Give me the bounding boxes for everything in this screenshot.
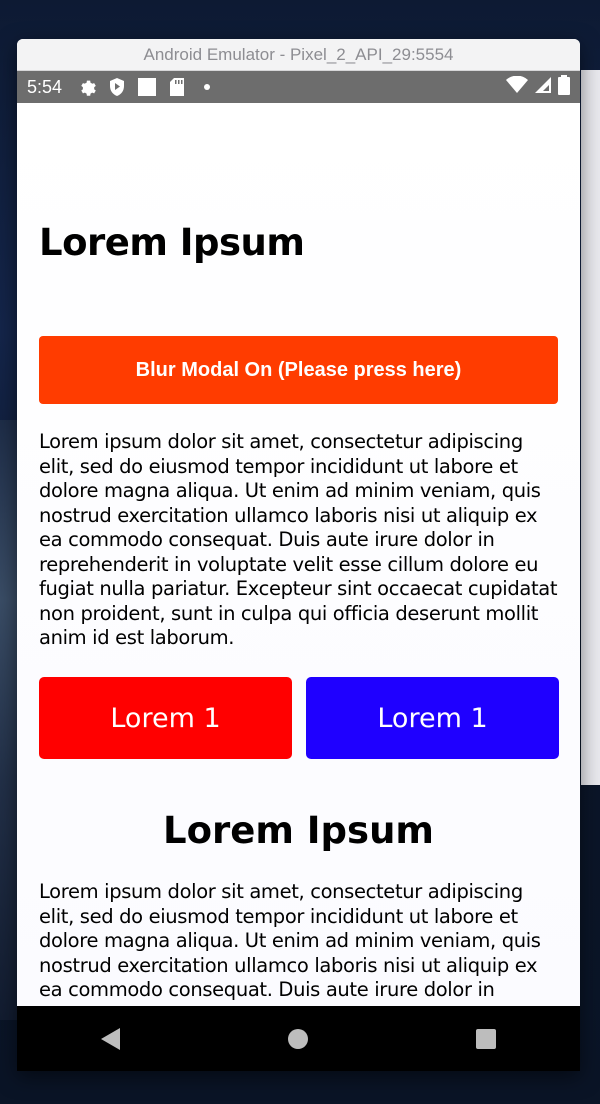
- home-icon[interactable]: [268, 1009, 328, 1069]
- section-heading: Lorem Ipsum: [163, 809, 434, 852]
- status-right-icons: [506, 74, 570, 100]
- recents-icon[interactable]: [456, 1009, 516, 1069]
- lorem-button-red[interactable]: Lorem 1: [39, 677, 292, 759]
- android-status-bar: 5:54: [17, 71, 580, 103]
- android-nav-bar: [17, 1006, 580, 1071]
- window-titlebar[interactable]: Android Emulator - Pixel_2_API_29:5554: [17, 39, 580, 71]
- page-title: Lorem Ipsum: [39, 221, 305, 264]
- back-icon[interactable]: [81, 1009, 141, 1069]
- emulator-window: Android Emulator - Pixel_2_API_29:5554 5…: [17, 39, 580, 1071]
- sd-card-icon: [166, 76, 188, 98]
- window-title: Android Emulator - Pixel_2_API_29:5554: [143, 44, 454, 64]
- blur-modal-button[interactable]: Blur Modal On (Please press here): [39, 336, 558, 404]
- battery-icon: [558, 74, 570, 100]
- desktop-background-rocks: [0, 420, 18, 1020]
- status-time: 5:54: [27, 76, 63, 97]
- paragraph-1: Lorem ipsum dolor sit amet, consectetur …: [39, 430, 558, 649]
- square-icon: [136, 76, 158, 98]
- wifi-icon: [506, 75, 528, 99]
- button-row: Lorem 1 Lorem 1: [39, 677, 559, 759]
- app-content[interactable]: Lorem Ipsum Blur Modal On (Please press …: [17, 103, 580, 1006]
- gear-icon: [76, 76, 98, 98]
- dot-icon: [196, 76, 218, 98]
- background-window-edge: [581, 70, 600, 785]
- cell-signal-icon: [534, 76, 552, 99]
- paragraph-2: Lorem ipsum dolor sit amet, consectetur …: [39, 880, 541, 1001]
- shield-icon: [106, 76, 128, 98]
- lorem-button-blue[interactable]: Lorem 1: [306, 677, 559, 759]
